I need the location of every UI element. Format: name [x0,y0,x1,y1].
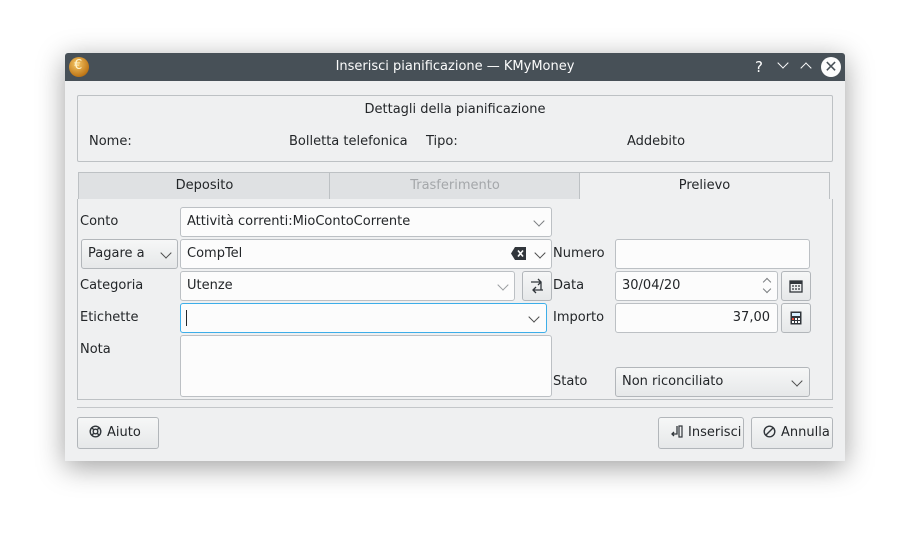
number-label: Numero [553,246,605,261]
window-title: Inserisci pianificazione — KMyMoney [335,59,575,74]
insert-button-label: Inserisci [688,425,742,440]
category-value: Utenze [187,278,233,293]
insert-icon [667,418,685,448]
schedule-details-group: Dettagli della pianificazione Nome: Boll… [77,95,833,162]
status-label: Stato [553,374,588,389]
insert-button[interactable]: Inserisci [658,417,744,449]
tab-prelievo[interactable]: Prelievo [579,172,830,201]
status-value: Non riconciliato [622,374,724,389]
date-label: Data [553,278,585,293]
title-bar: Inserisci pianificazione — KMyMoney ? ✕ [65,53,845,81]
chevron-down-icon [534,247,546,259]
text-cursor [186,310,187,326]
help-button[interactable]: Aiuto [77,417,159,449]
spin-down-icon[interactable] [762,284,772,294]
split-icon [529,278,545,298]
help-button-label: Aiuto [107,425,141,440]
calculator-icon [790,311,802,329]
help-icon[interactable]: ? [749,57,769,77]
status-combo[interactable]: Non riconciliato [615,367,810,397]
amount-value: 37,00 [732,310,770,325]
tab-trasferimento: Trasferimento [329,172,581,200]
category-combo[interactable]: Utenze [180,271,515,301]
cancel-button[interactable]: Annulla [751,417,833,449]
chevron-down-icon [528,311,540,323]
cancel-button-label: Annulla [781,425,830,440]
chevron-down-icon [791,375,803,387]
amount-input[interactable]: 37,00 [615,303,778,333]
minimize-icon[interactable] [773,55,793,75]
chevron-down-icon [497,279,509,291]
account-value: Attività correnti:MioContoCorrente [187,214,411,229]
payee-value: CompTel [187,246,243,261]
transaction-type-tabs: Deposito Trasferimento Prelievo [78,172,830,201]
type-value: Addebito [627,134,686,149]
transaction-form: Conto Attività correnti:MioContoCorrente… [77,199,833,400]
date-input[interactable]: 30/04/20 [615,271,778,301]
tags-combo[interactable] [180,303,547,333]
clear-icon[interactable] [511,247,526,260]
button-separator [77,407,833,408]
cancel-icon [760,418,778,448]
memo-label: Nota [80,342,111,357]
date-value: 30/04/20 [622,278,681,293]
lifebuoy-icon [86,418,104,448]
payee-mode-label: Pagare a [88,246,145,261]
chevron-down-icon [533,215,545,227]
chevron-down-icon [160,247,172,259]
calendar-icon [789,280,803,297]
name-value: Bolletta telefonica [289,134,408,149]
close-icon[interactable]: ✕ [821,57,841,77]
maximize-icon[interactable] [796,58,816,78]
number-input[interactable] [615,239,810,269]
payee-mode-combo[interactable]: Pagare a [81,239,178,269]
calculator-button[interactable] [781,303,811,333]
tab-deposito[interactable]: Deposito [78,172,331,200]
tags-label: Etichette [80,310,139,325]
account-label: Conto [80,214,119,229]
account-combo[interactable]: Attività correnti:MioContoCorrente [180,207,552,237]
dialog-window: Inserisci pianificazione — KMyMoney ? ✕ … [65,53,845,461]
name-label: Nome: [89,134,132,149]
calendar-button[interactable] [781,271,811,301]
memo-textarea[interactable] [180,335,552,397]
amount-label: Importo [553,310,605,325]
split-transaction-button[interactable] [522,271,552,301]
category-label: Categoria [80,278,144,293]
payee-combo[interactable]: CompTel [180,239,552,269]
details-heading: Dettagli della pianificazione [364,102,546,117]
type-label: Tipo: [426,134,458,149]
